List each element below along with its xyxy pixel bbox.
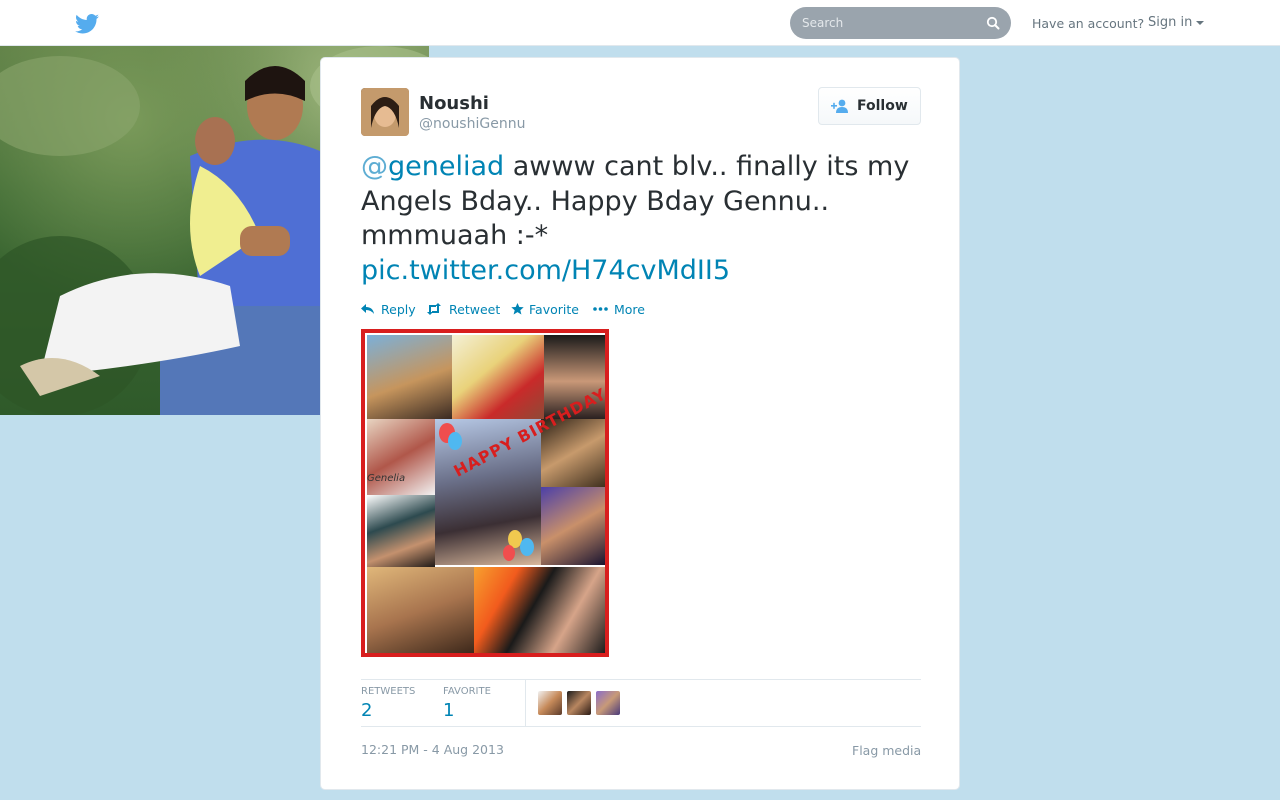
account-prompt: Have an account?: [1032, 16, 1145, 31]
favoriter-avatar[interactable]: [596, 691, 620, 715]
tweet-timestamp[interactable]: 12:21 PM - 4 Aug 2013: [361, 742, 504, 757]
star-icon: [511, 303, 524, 315]
chevron-down-icon: [1196, 20, 1205, 25]
search-input[interactable]: [802, 14, 982, 32]
search-icon[interactable]: [986, 16, 1000, 30]
add-user-icon: [831, 99, 848, 113]
divider: [361, 726, 921, 727]
top-bar: Have an account? Sign in: [0, 0, 1280, 46]
more-label: More: [614, 302, 645, 317]
search-box: [790, 7, 1011, 39]
favoriter-avatar[interactable]: [567, 691, 591, 715]
avatar-image: [361, 88, 409, 136]
favorites-label: FAVORITE: [443, 686, 491, 697]
follow-label: Follow: [857, 98, 908, 114]
media-signature: Genelia: [367, 473, 406, 484]
signin-button[interactable]: Sign in: [1148, 15, 1205, 30]
avatar[interactable]: [361, 88, 409, 136]
favorites-count[interactable]: 1: [443, 700, 454, 721]
pic-link[interactable]: pic.twitter.com/H74cvMdII5: [361, 255, 730, 286]
collage-photo: [452, 335, 544, 419]
author-name[interactable]: Noushi: [419, 93, 489, 114]
signin-label: Sign in: [1148, 15, 1193, 30]
mention-link[interactable]: @geneliad: [361, 151, 504, 182]
collage-photo: [367, 495, 435, 567]
favoriter-avatar[interactable]: [538, 691, 562, 715]
tweet-text: @geneliad awww cant blv.. finally its my…: [361, 150, 931, 288]
reply-label: Reply: [381, 302, 416, 317]
collage-photo: [541, 487, 605, 565]
follow-button[interactable]: Follow: [818, 87, 921, 125]
tweet-card: Noushi @noushiGennu Follow @geneliad aww…: [320, 57, 960, 790]
divider: [361, 679, 921, 680]
favorite-label: Favorite: [529, 302, 579, 317]
retweet-label: Retweet: [449, 302, 501, 317]
collage-photo: [474, 567, 605, 653]
collage-photo: [367, 567, 474, 653]
retweets-count[interactable]: 2: [361, 700, 372, 721]
mention-name: geneliad: [388, 151, 505, 182]
more-dots-icon: [593, 307, 608, 311]
tweet-media-image[interactable]: HAPPY BIRTHDAY Genelia: [361, 329, 609, 657]
reply-icon: [361, 304, 374, 314]
collage-photo: [367, 335, 452, 419]
retweets-label: RETWEETS: [361, 686, 416, 697]
divider: [525, 680, 526, 726]
twitter-bird-icon[interactable]: [75, 14, 99, 34]
author-handle[interactable]: @noushiGennu: [419, 116, 525, 132]
flag-media-link[interactable]: Flag media: [852, 743, 921, 758]
retweet-icon: [427, 303, 441, 315]
mention-at: @: [361, 151, 388, 182]
